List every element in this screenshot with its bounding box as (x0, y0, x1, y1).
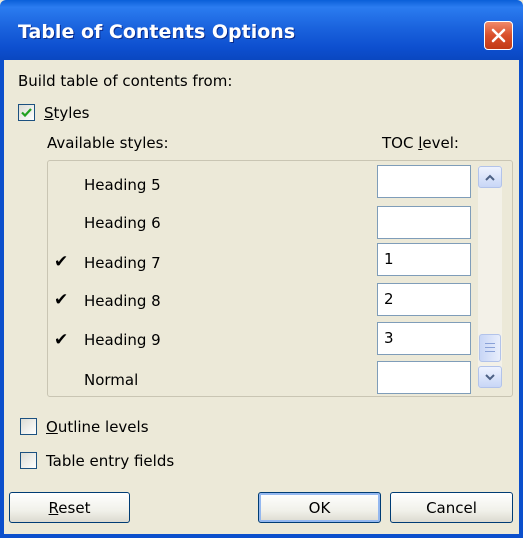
style-check-heading-8: ✔ (54, 290, 69, 310)
available-styles-header: Available styles: (47, 134, 169, 152)
toc-level-input-heading-6[interactable] (377, 206, 471, 239)
toc-level-header: TOC level: (382, 134, 459, 152)
scroll-up-button[interactable] (478, 166, 502, 188)
styles-label[interactable]: Styles (44, 104, 90, 122)
reset-button[interactable]: Reset (9, 492, 130, 523)
scroll-thumb[interactable] (479, 334, 501, 362)
table-entry-fields-label[interactable]: Table entry fields (46, 452, 174, 470)
chevron-down-icon (485, 373, 495, 380)
outline-levels-mnemonic: O (46, 418, 58, 436)
toc-level-input-normal[interactable] (377, 361, 471, 394)
cancel-button[interactable]: Cancel (390, 492, 513, 523)
reset-button-label: Reset (48, 498, 91, 517)
ok-button[interactable]: OK (258, 492, 381, 523)
close-button[interactable] (484, 21, 513, 50)
style-check-heading-7: ✔ (54, 252, 69, 272)
toc-level-mnemonic: l (418, 134, 423, 152)
style-name-heading-7[interactable]: Heading 7 (84, 254, 161, 272)
styles-scrollbar[interactable] (478, 166, 502, 388)
style-name-heading-8[interactable]: Heading 8 (84, 292, 161, 310)
build-from-label: Build table of contents from: (18, 72, 233, 90)
chevron-up-icon (485, 174, 495, 181)
toc-level-input-heading-9[interactable]: 3 (377, 322, 471, 355)
cancel-button-label: Cancel (426, 498, 477, 517)
table-entry-fields-checkbox[interactable] (20, 452, 37, 469)
styles-label-mnemonic: S (44, 104, 54, 122)
toc-level-input-heading-7[interactable]: 1 (377, 243, 471, 276)
checkmark-icon (21, 108, 32, 118)
style-name-heading-9[interactable]: Heading 9 (84, 331, 161, 349)
outline-levels-checkbox[interactable] (20, 418, 37, 435)
outline-levels-label[interactable]: Outline levels (46, 418, 149, 436)
ok-button-label: OK (308, 498, 331, 517)
style-name-heading-6[interactable]: Heading 6 (84, 214, 161, 232)
scroll-down-button[interactable] (478, 366, 502, 388)
styles-checkbox[interactable] (18, 104, 35, 121)
toc-level-input-heading-8[interactable]: 2 (377, 283, 471, 316)
style-name-normal[interactable]: Normal (84, 371, 138, 389)
styles-label-rest: tyles (53, 104, 90, 122)
close-icon (491, 28, 506, 43)
style-name-heading-5[interactable]: Heading 5 (84, 176, 161, 194)
title-bar[interactable]: Table of Contents Options (0, 0, 523, 60)
style-check-heading-9: ✔ (54, 330, 69, 350)
toc-level-input-heading-5[interactable] (377, 165, 471, 198)
window-title: Table of Contents Options (18, 21, 296, 43)
